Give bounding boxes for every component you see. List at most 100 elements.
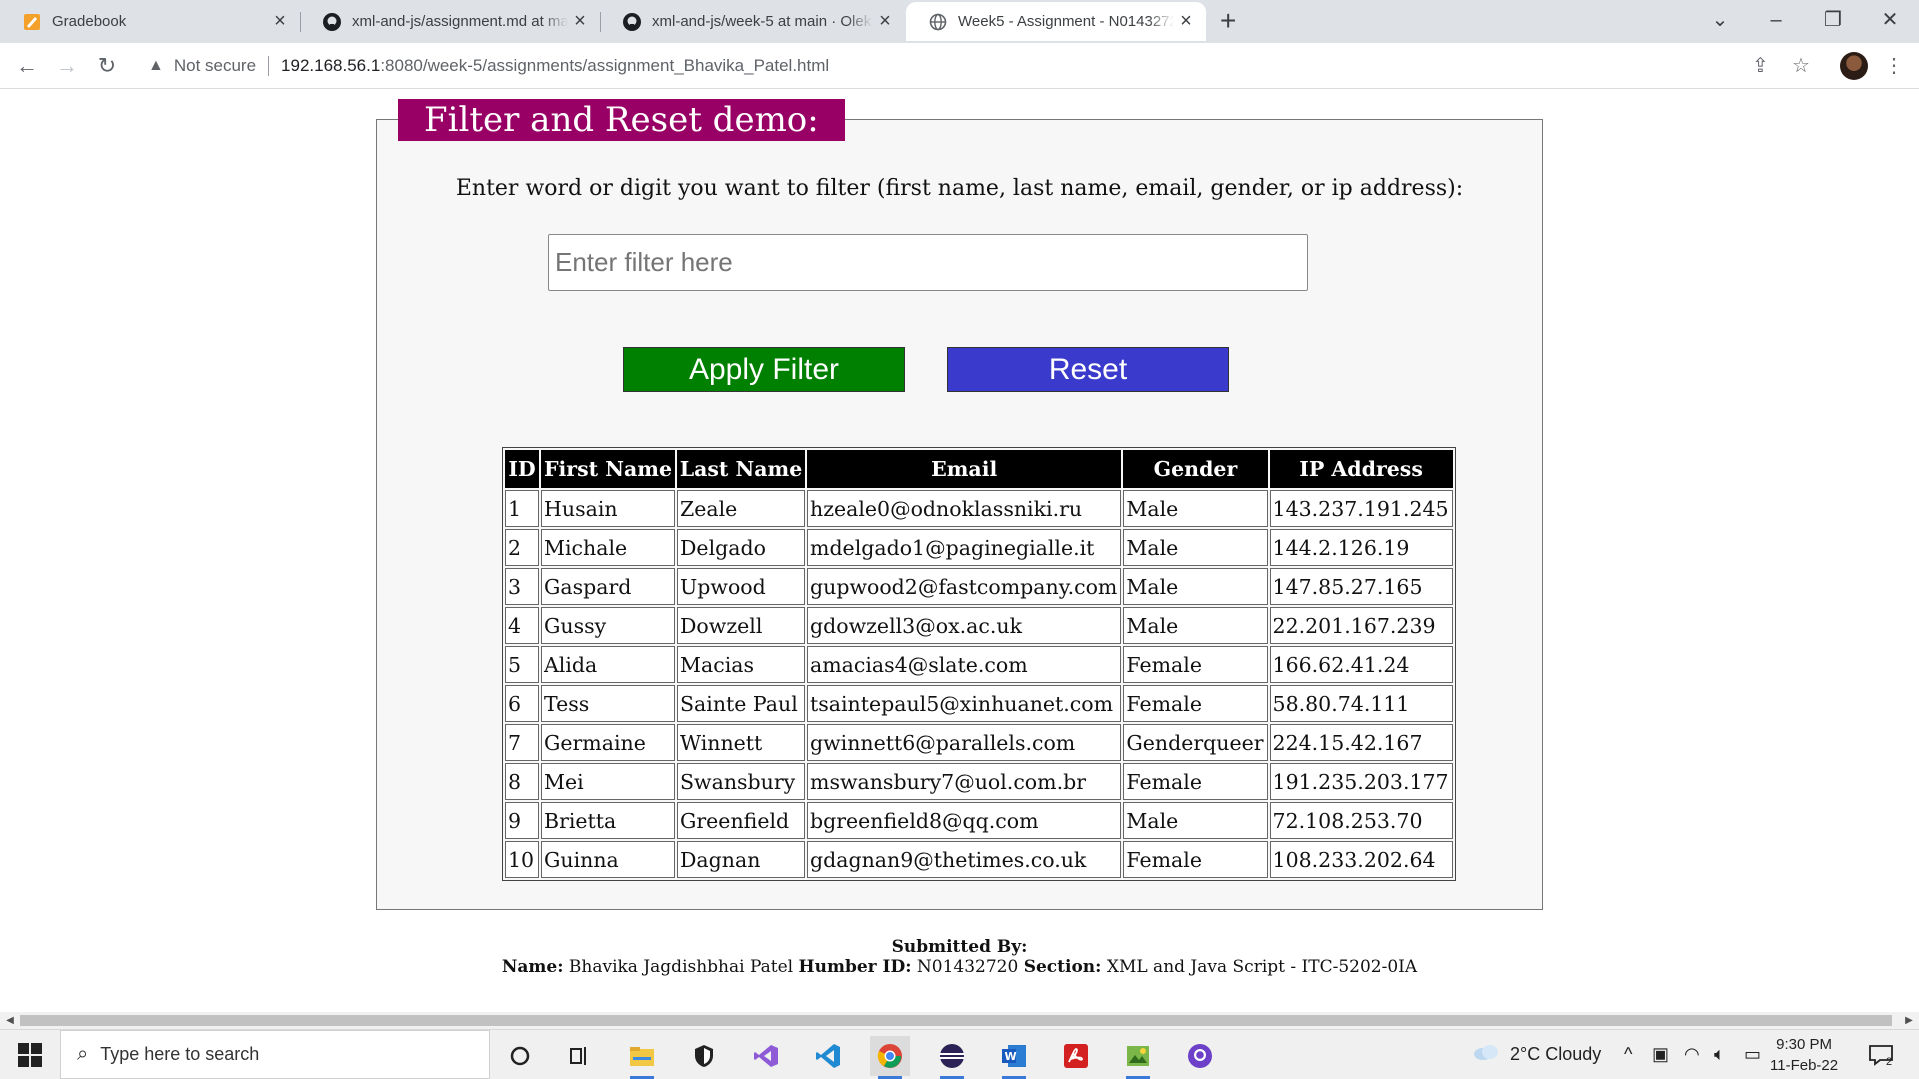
cell-id: 9 — [505, 802, 539, 839]
restore-icon[interactable]: ❐ — [1813, 6, 1853, 34]
windows-start-icon[interactable] — [18, 1043, 42, 1067]
battery-icon[interactable]: ▭ — [1744, 1030, 1761, 1079]
cell-email: gupwood2@fastcompany.com — [807, 568, 1122, 605]
cell-first-name: Mei — [541, 763, 675, 800]
table-row: 8 Mei Swansbury mswansbury7@uol.com.br Femal… — [505, 763, 1453, 800]
share-icon[interactable]: ⇪ — [1752, 53, 1769, 78]
tab-github-assignment[interactable]: xml-and-js/assignment.md at main · OlekN… — [300, 2, 600, 41]
window-close-icon[interactable]: ✕ — [1870, 6, 1910, 34]
horizontal-scrollbar[interactable]: ◀ ▶ — [0, 1012, 1919, 1029]
image-editor-icon[interactable] — [1118, 1036, 1158, 1079]
reset-button[interactable]: Reset — [947, 347, 1229, 392]
close-icon[interactable]: × — [873, 10, 897, 33]
tab-title: Week5 - Assignment - N01432720 — [958, 13, 1174, 30]
globe-icon — [928, 12, 948, 32]
cell-last-name: Upwood — [677, 568, 805, 605]
cell-id: 5 — [505, 646, 539, 683]
cell-last-name: Macias — [677, 646, 805, 683]
new-tab-button[interactable]: + — [1220, 6, 1236, 36]
scroll-right-arrow-icon[interactable]: ▶ — [1901, 1012, 1917, 1029]
scroll-left-arrow-icon[interactable]: ◀ — [2, 1012, 18, 1029]
notification-count: 2 — [1886, 1055, 1893, 1068]
section-value: XML and Java Script - ITC-5202-0IA — [1106, 957, 1418, 977]
cell-last-name: Delgado — [677, 529, 805, 566]
taskbar-search[interactable]: ⌕ Type here to search — [60, 1030, 490, 1079]
tab-title: xml-and-js/assignment.md at main · OlekN… — [352, 13, 568, 30]
menu-kebab-icon[interactable]: ⋮ — [1884, 53, 1904, 78]
cell-email: gdowzell3@ox.ac.uk — [807, 607, 1122, 644]
cell-ip-address: 22.201.167.239 — [1269, 607, 1453, 644]
search-placeholder: Type here to search — [100, 1044, 260, 1064]
submission-footer: Submitted By: Name: Bhavika Jagdishbhai … — [0, 937, 1919, 977]
cell-gender: Genderqueer — [1123, 724, 1268, 761]
tab-gradebook[interactable]: Gradebook × — [0, 2, 300, 41]
warning-triangle-icon[interactable]: ▲ — [148, 57, 164, 75]
word-icon[interactable]: W — [994, 1036, 1034, 1079]
file-explorer-icon[interactable] — [622, 1036, 662, 1079]
meet-now-icon[interactable]: ▣ — [1652, 1030, 1669, 1079]
profile-avatar[interactable] — [1840, 52, 1868, 80]
browser-toolbar: ← → ↻ ▲ Not secure 192.168.56.1:8080/wee… — [0, 43, 1919, 89]
url-host: 192.168.56.1 — [281, 56, 381, 75]
table-row: 2 Michale Delgado mdelgado1@paginegialle.it… — [505, 529, 1453, 566]
minimize-icon[interactable]: – — [1756, 6, 1796, 34]
cell-ip-address: 58.80.74.111 — [1269, 685, 1453, 722]
table-row: 4 Gussy Dowzell gdowzell3@ox.ac.uk Male 22.20… — [505, 607, 1453, 644]
eclipse-icon[interactable] — [932, 1036, 972, 1079]
page-viewport: Filter and Reset demo: Enter word or dig… — [0, 89, 1919, 1012]
cell-email: gwinnett6@parallels.com — [807, 724, 1122, 761]
cell-ip-address: 72.108.253.70 — [1269, 802, 1453, 839]
cell-first-name: Husain — [541, 490, 675, 527]
address-bar[interactable]: ▲ Not secure 192.168.56.1:8080/week-5/as… — [140, 47, 1770, 85]
vscode-icon[interactable] — [808, 1036, 848, 1076]
table-row: 9 Brietta Greenfield bgreenfield8@qq.com Mal… — [505, 802, 1453, 839]
table-header-row: ID First Name Last Name Email Gender IP … — [505, 450, 1453, 488]
humber-id: N01432720 — [916, 957, 1019, 977]
volume-icon[interactable]: 🔈︎ — [1714, 1030, 1725, 1079]
tab-search-chevron-icon[interactable]: ⌄ — [1700, 6, 1740, 34]
gradebook-favicon-icon — [22, 12, 42, 32]
taskbar-clock[interactable]: 9:30 PM 11-Feb-22 — [1770, 1034, 1838, 1076]
task-view-icon[interactable] — [560, 1036, 600, 1076]
tray-chevron-icon[interactable]: ^ — [1624, 1030, 1632, 1079]
weather-widget[interactable]: 2°C Cloudy — [1472, 1030, 1601, 1079]
cell-id: 10 — [505, 841, 539, 878]
reload-icon[interactable]: ↻ — [93, 52, 121, 80]
close-icon[interactable]: × — [1174, 10, 1198, 33]
chrome-icon[interactable] — [870, 1036, 910, 1079]
table-row: 7 Germaine Winnett gwinnett6@parallels.com G… — [505, 724, 1453, 761]
cell-email: mswansbury7@uol.com.br — [807, 763, 1122, 800]
cell-id: 7 — [505, 724, 539, 761]
name-label: Name: — [501, 957, 564, 977]
apply-filter-button[interactable]: Apply Filter — [623, 347, 905, 392]
cortana-circle-icon[interactable] — [500, 1036, 540, 1076]
wifi-icon[interactable]: ◠ — [1684, 1030, 1700, 1079]
cell-ip-address: 144.2.126.19 — [1269, 529, 1453, 566]
notification-icon[interactable]: 2 — [1868, 1030, 1893, 1079]
table-row: 6 Tess Sainte Paul tsaintepaul5@xinhuanet.c… — [505, 685, 1453, 722]
scrollbar-thumb[interactable] — [20, 1015, 1892, 1026]
cell-first-name: Brietta — [541, 802, 675, 839]
close-icon[interactable]: × — [268, 10, 292, 33]
cell-last-name: Zeale — [677, 490, 805, 527]
forward-arrow-icon[interactable]: → — [53, 52, 81, 80]
github-desktop-icon[interactable] — [1180, 1036, 1220, 1076]
visual-studio-icon[interactable] — [746, 1036, 786, 1076]
cell-id: 1 — [505, 490, 539, 527]
tab-github-week5[interactable]: xml-and-js/week-5 at main · OlekNurok… × — [600, 2, 905, 41]
bookmark-star-icon[interactable]: ☆ — [1792, 53, 1810, 78]
close-icon[interactable]: × — [568, 10, 592, 33]
security-status[interactable]: Not secure — [174, 56, 256, 76]
acrobat-pdf-icon[interactable] — [1056, 1036, 1096, 1076]
cell-email: hzeale0@odnoklassniki.ru — [807, 490, 1122, 527]
tab-week5-assignment[interactable]: Week5 - Assignment - N01432720 × — [906, 2, 1206, 41]
security-shield-icon[interactable] — [684, 1036, 724, 1076]
table-row: 3 Gaspard Upwood gupwood2@fastcompany.com Ma… — [505, 568, 1453, 605]
cell-last-name: Greenfield — [677, 802, 805, 839]
cell-email: gdagnan9@thetimes.co.uk — [807, 841, 1122, 878]
cell-id: 4 — [505, 607, 539, 644]
cell-last-name: Sainte Paul — [677, 685, 805, 722]
windows-taskbar: ⌕ Type here to search W 2°C Cloudy ^ ▣ ◠… — [0, 1029, 1919, 1079]
filter-input[interactable] — [548, 234, 1308, 291]
back-arrow-icon[interactable]: ← — [13, 52, 41, 80]
